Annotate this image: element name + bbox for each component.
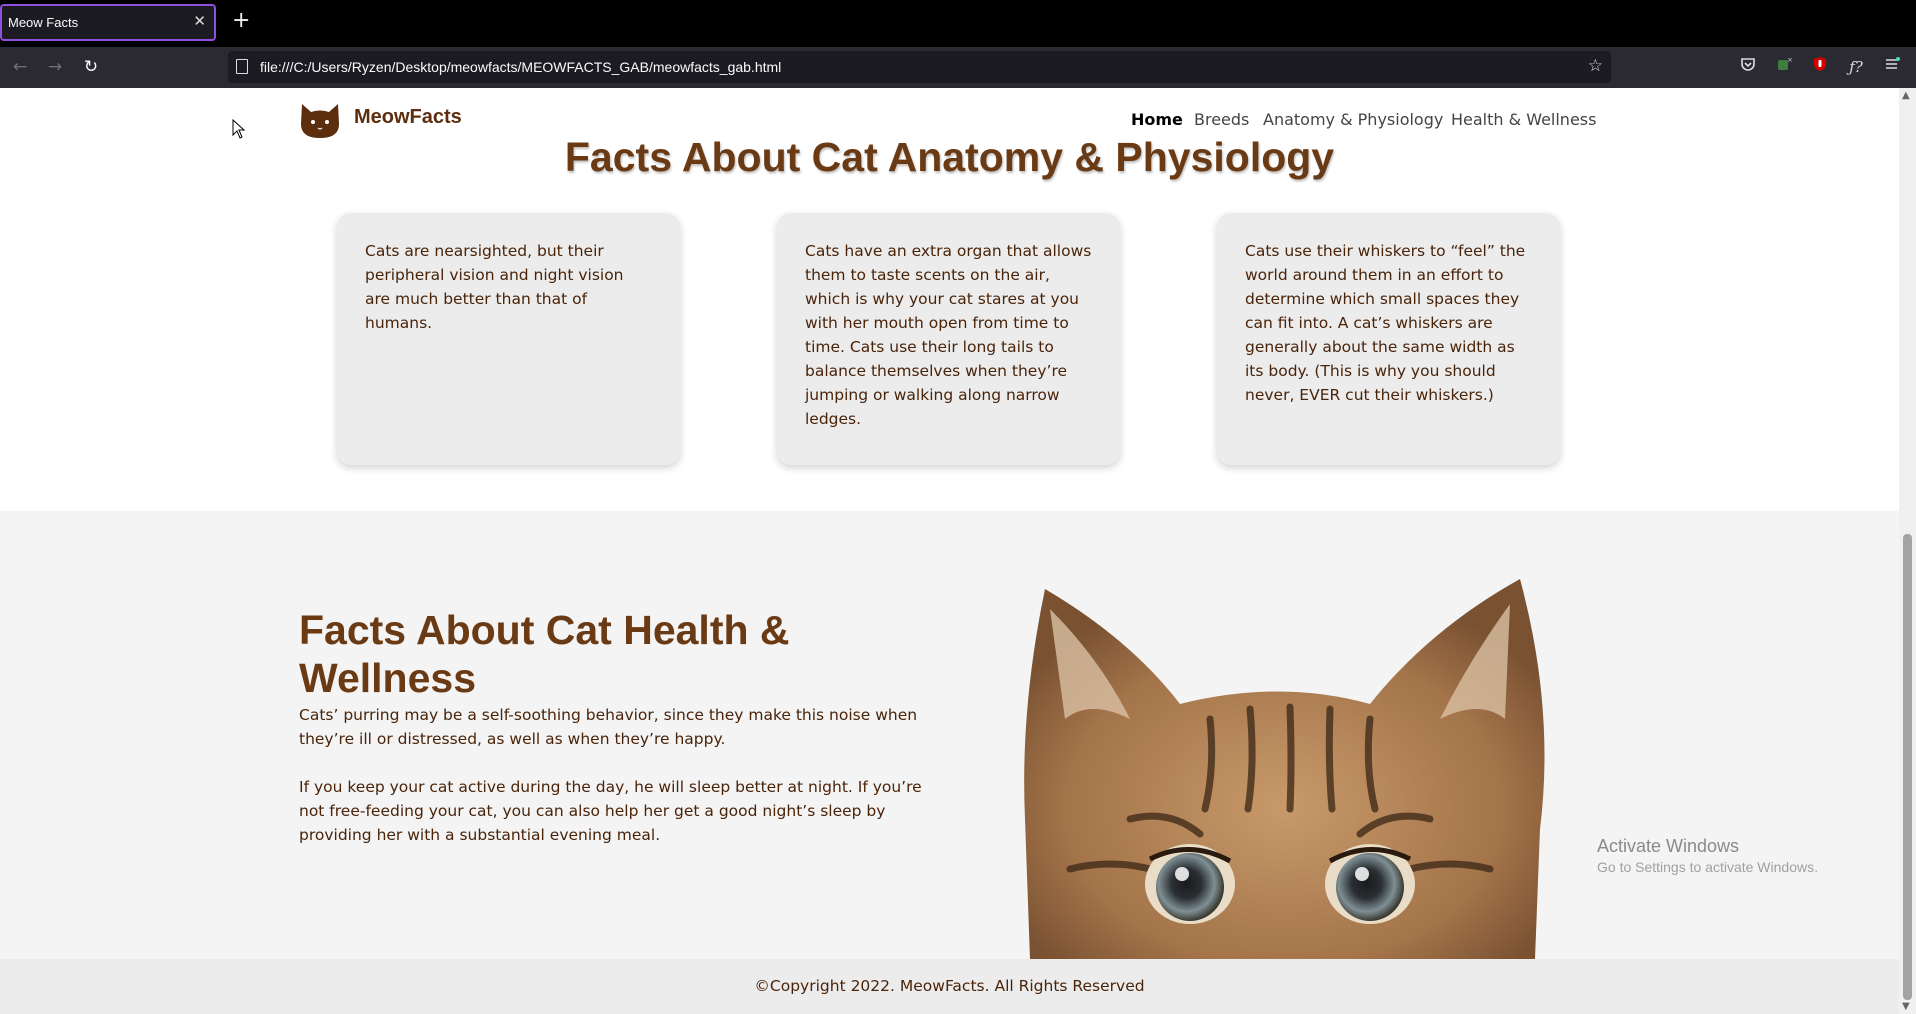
nav-health-wellness[interactable]: Health & Wellness: [1451, 110, 1596, 129]
brand-name[interactable]: MeowFacts: [354, 106, 462, 129]
tab-title: Meow Facts: [8, 15, 79, 30]
health-paragraph: If you keep your cat active during the d…: [299, 778, 922, 844]
anatomy-fact-card: Cats have an extra organ that allows the…: [777, 213, 1120, 465]
anatomy-fact-card: Cats are nearsighted, but their peripher…: [337, 213, 680, 465]
extension-icon[interactable]: ×: [1773, 56, 1795, 78]
tab-meow-facts[interactable]: Meow Facts ✕: [0, 4, 216, 41]
back-icon[interactable]: ←: [9, 56, 31, 78]
health-paragraph: Cats’ purring may be a self-soothing beh…: [299, 706, 918, 748]
site-header: MeowFacts Home Breeds Anatomy & Physiolo…: [0, 88, 1899, 148]
kitten-image: [1024, 579, 1545, 959]
nav-breeds[interactable]: Breeds: [1194, 110, 1249, 129]
scroll-up-icon[interactable]: ▲: [1902, 90, 1910, 101]
health-section: Facts About Cat Health & Wellness Cats’ …: [0, 511, 1899, 959]
windows-activation-subtitle: Go to Settings to activate Windows.: [1597, 859, 1818, 875]
health-section-title: Facts About Cat Health & Wellness: [299, 607, 790, 701]
nav-home[interactable]: Home: [1131, 110, 1183, 129]
windows-activation-title: Activate Windows: [1597, 836, 1740, 856]
svg-text:×: ×: [1787, 56, 1792, 64]
ublock-icon[interactable]: [1809, 56, 1831, 78]
tab-strip: Meow Facts ✕ +: [0, 0, 1916, 47]
reload-icon[interactable]: ↻: [80, 56, 102, 78]
formula-icon[interactable]: ƒ?: [1845, 56, 1867, 78]
forward-icon[interactable]: →: [44, 56, 66, 78]
scrollbar-thumb[interactable]: [1903, 534, 1912, 1000]
page-viewport: MeowFacts Home Breeds Anatomy & Physiolo…: [0, 88, 1899, 1014]
page-scrollbar[interactable]: ▲ ▼: [1899, 88, 1916, 1014]
navigation-toolbar: ← → ↻ file:///C:/Users/Ryzen/Desktop/meo…: [0, 47, 1916, 88]
menu-icon[interactable]: [1881, 56, 1903, 78]
pocket-icon[interactable]: [1737, 56, 1759, 78]
address-bar[interactable]: file:///C:/Users/Ryzen/Desktop/meowfacts…: [228, 51, 1611, 83]
page-icon: [236, 59, 248, 74]
tab-close-icon[interactable]: ✕: [193, 12, 206, 30]
cat-logo-icon[interactable]: [299, 100, 341, 140]
nav-anatomy-physiology[interactable]: Anatomy & Physiology: [1263, 110, 1443, 129]
url-text[interactable]: file:///C:/Users/Ryzen/Desktop/meowfacts…: [260, 59, 781, 75]
bookmark-star-icon[interactable]: ☆: [1588, 56, 1603, 76]
anatomy-fact-card: Cats use their whiskers to “feel” the wo…: [1217, 213, 1560, 465]
new-tab-button[interactable]: +: [232, 9, 250, 33]
site-footer: ©Copyright 2022. MeowFacts. All Rights R…: [0, 959, 1899, 1014]
footer-copyright: ©Copyright 2022. MeowFacts. All Rights R…: [754, 977, 1145, 995]
scroll-down-icon[interactable]: ▼: [1902, 1001, 1910, 1012]
